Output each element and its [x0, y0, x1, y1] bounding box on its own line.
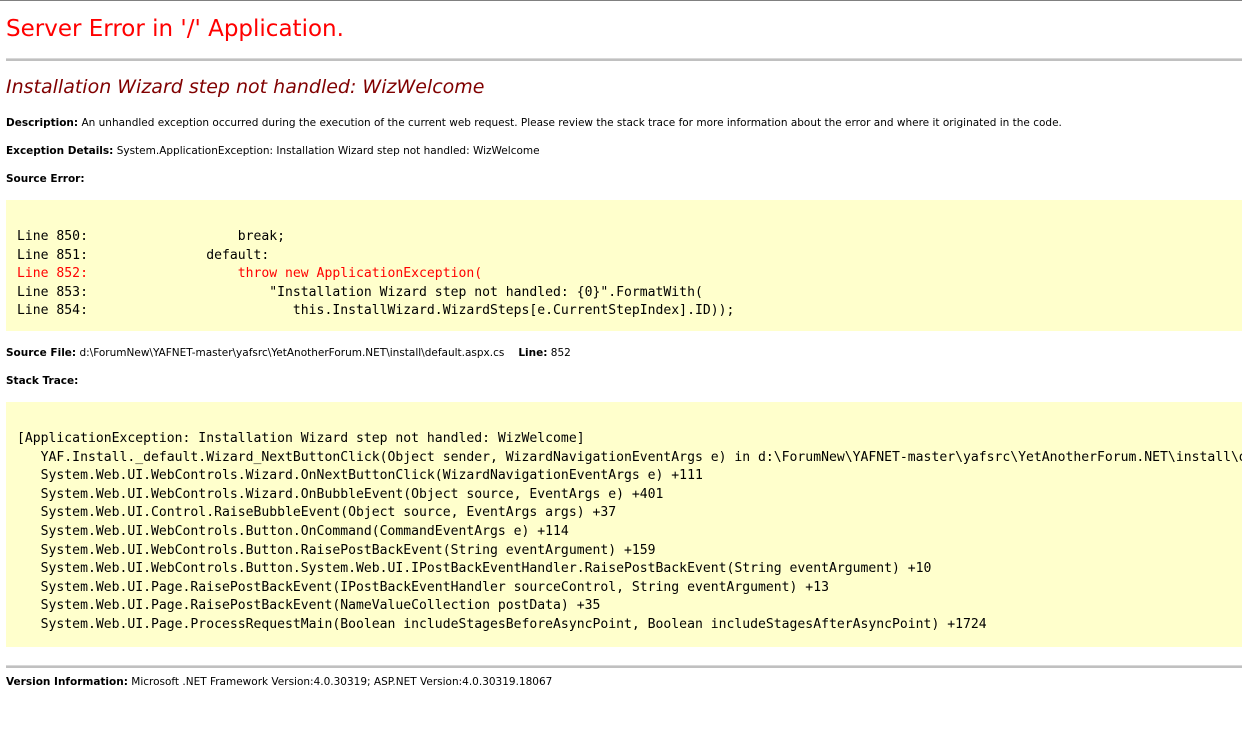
- description-text: An unhandled exception occurred during t…: [81, 117, 1062, 129]
- code-line: Line 853: "Installation Wizard step not …: [17, 284, 703, 300]
- stack-trace-label: Stack Trace:: [6, 375, 79, 387]
- source-error-code: Line 850: break; Line 851: default: Line…: [6, 200, 1242, 321]
- version-info-line: Version Information: Microsoft .NET Fram…: [6, 676, 552, 688]
- stack-line: System.Web.UI.WebControls.Button.RaisePo…: [17, 542, 656, 558]
- code-line: Line 850: break;: [17, 229, 286, 244]
- source-error-code-block: Line 850: break; Line 851: default: Line…: [6, 200, 1242, 331]
- stack-line: System.Web.UI.WebControls.Button.OnComma…: [17, 523, 569, 539]
- stack-trace-code: [ApplicationException: Installation Wiza…: [6, 402, 1242, 635]
- code-line: Line 854: this.InstallWizard.WizardSteps…: [17, 303, 735, 319]
- stack-line: System.Web.UI.Page.RaisePostBackEvent(Na…: [17, 598, 601, 614]
- divider: [6, 665, 1242, 668]
- source-error-label: Source Error:: [6, 173, 85, 185]
- version-info-label: Version Information:: [6, 676, 128, 688]
- source-file-line: Source File: d:\ForumNew\YAFNET-master\y…: [6, 347, 571, 359]
- exception-details-line: Exception Details: System.ApplicationExc…: [6, 145, 540, 157]
- exception-details-label: Exception Details:: [6, 145, 114, 157]
- stack-line: System.Web.UI.WebControls.Wizard.OnNextB…: [17, 468, 703, 484]
- description-label: Description:: [6, 117, 79, 129]
- stack-line: [ApplicationException: Installation Wiza…: [17, 431, 585, 446]
- stack-line: System.Web.UI.WebControls.Button.System.…: [17, 561, 932, 577]
- stack-line: System.Web.UI.Control.RaiseBubbleEvent(O…: [17, 505, 617, 521]
- stack-line: System.Web.UI.Page.ProcessRequestMain(Bo…: [17, 616, 987, 632]
- version-info-text: Microsoft .NET Framework Version:4.0.303…: [131, 676, 553, 688]
- source-file-label: Source File:: [6, 347, 77, 359]
- divider: [6, 58, 1242, 61]
- line-number: 852: [550, 347, 571, 359]
- line-label: Line:: [518, 347, 548, 359]
- exception-details-text: System.ApplicationException: Installatio…: [116, 145, 540, 157]
- source-error-heading: Source Error:: [6, 173, 85, 185]
- page-title: Server Error in '/' Application.: [6, 16, 344, 42]
- code-line: Line 851: default:: [17, 247, 270, 263]
- stack-trace-heading: Stack Trace:: [6, 375, 78, 387]
- source-file-path: d:\ForumNew\YAFNET-master\yafsrc\YetAnot…: [79, 347, 505, 359]
- stack-line: System.Web.UI.Page.RaisePostBackEvent(IP…: [17, 579, 829, 595]
- top-border: [0, 0, 1242, 1]
- description-line: Description: An unhandled exception occu…: [6, 117, 1062, 129]
- code-line-error: Line 852: throw new ApplicationException…: [17, 266, 483, 282]
- stack-trace-code-block: [ApplicationException: Installation Wiza…: [6, 402, 1242, 647]
- error-subtitle: Installation Wizard step not handled: Wi…: [6, 76, 485, 98]
- stack-line: YAF.Install._default.Wizard_NextButtonCl…: [40, 449, 1242, 465]
- stack-line: System.Web.UI.WebControls.Wizard.OnBubbl…: [17, 486, 664, 502]
